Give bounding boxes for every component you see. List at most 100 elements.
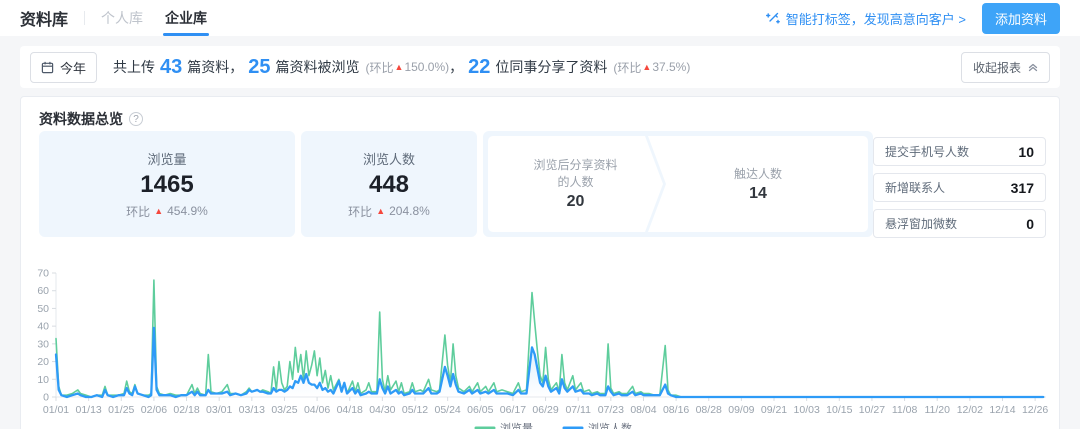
header-actions: 智能打标签，发现高意向客户 > 添加资料 [766,3,1060,34]
trend-chart-svg: 0 10 20 30 40 50 60 70 01/01 01/13 01/25 02/06 02/18… [21,257,1061,429]
legend-label: 浏览人数 [588,421,632,429]
y-tick-label: 0 [43,392,49,404]
period-label: 今年 [60,58,86,77]
side-row-phone-submits: 提交手机号人数 10 [873,137,1046,166]
x-tick-label: 06/05 [467,404,493,416]
period-selector[interactable]: 今年 [30,52,97,83]
legend-label: 浏览量 [500,421,533,429]
comma-text: ， [449,57,463,77]
y-tick-label: 70 [37,268,49,280]
series-line-views [56,280,1043,397]
funnel-label: 触达人数 [734,166,782,183]
stat-value: 448 [369,171,409,199]
x-tick-label: 03/01 [206,404,232,416]
tab-personal-library[interactable]: 个人库 [101,0,143,36]
upload-label: 共上传 [113,57,155,77]
x-tick-label: 03/13 [239,404,265,416]
stat-label: 浏览量 [147,149,186,168]
stat-card-viewers: 浏览人数 448 环比 ▲ 204.8% [301,131,477,237]
chevron-double-up-icon [1028,62,1038,72]
x-tick-label: 11/08 [892,404,918,416]
stat-card-views: 浏览量 1465 环比 ▲ 454.9% [39,131,295,237]
x-tick-label: 01/01 [43,404,69,416]
x-tick-label: 01/25 [108,404,134,416]
stat-value: 1465 [140,171,193,199]
page-title: 资料库 [20,6,68,30]
stat-compare: 环比 ▲ 454.9% [126,203,208,220]
funnel-label: 浏览后分享资料 [533,157,617,174]
x-tick-label: 04/30 [369,404,395,416]
x-tick-label: 12/14 [989,404,1015,416]
x-tick-label: 02/06 [141,404,167,416]
summary-text: 共上传 43 篇资料， 25 篇资料被浏览 (环比 ▲ 150.0%) ， 22… [113,56,690,79]
x-tick-label: 03/25 [271,404,297,416]
x-tick-label: 10/15 [826,404,852,416]
side-label: 悬浮窗加微数 [885,215,957,232]
panel-title: 资料数据总览 [39,109,123,129]
help-icon[interactable]: ? [129,112,143,126]
x-tick-label: 06/29 [532,404,558,416]
x-tick-label: 01/13 [75,404,101,416]
y-tick-label: 20 [37,356,49,368]
compare-label: 环比 [348,203,372,220]
funnel-value: 20 [567,193,585,211]
viewed-compare-prefix: (环比 [366,59,394,76]
x-tick-label: 05/12 [402,404,428,416]
y-tick-label: 30 [37,338,49,350]
shared-compare-value: 37.5%) [652,60,690,74]
y-tick-label: 40 [37,321,49,333]
shared-count: 22 [468,56,490,79]
up-arrow-icon: ▲ [642,62,651,72]
x-tick-label: 12/26 [1022,404,1048,416]
summary-toolbar: 今年 共上传 43 篇资料， 25 篇资料被浏览 (环比 ▲ 150.0%) ，… [20,46,1060,88]
compare-label: 环比 [126,203,150,220]
x-tick-label: 06/17 [500,404,526,416]
smart-tag-link-label: 智能打标签，发现高意向客户 > [786,9,966,28]
x-tick-label: 08/16 [663,404,689,416]
side-stats: 提交手机号人数 10 新增联系人 317 悬浮窗加微数 0 [873,137,1046,245]
x-tick-label: 04/06 [304,404,330,416]
y-tick-label: 60 [37,285,49,297]
side-value: 317 [1011,180,1034,196]
upload-count: 43 [160,56,182,79]
x-tick-label: 10/27 [859,404,885,416]
side-label: 新增联系人 [885,179,945,196]
y-tick-label: 10 [37,374,49,386]
smart-tag-link[interactable]: 智能打标签，发现高意向客户 > [766,9,966,28]
stat-compare: 环比 ▲ 204.8% [348,203,430,220]
viewed-count: 25 [248,56,270,79]
x-tick-label: 07/11 [565,404,591,416]
tab-enterprise-library[interactable]: 企业库 [165,0,207,36]
x-tick-label: 08/28 [696,404,722,416]
collapse-report-button[interactable]: 收起报表 [961,52,1050,83]
shared-label: 位同事分享了资料 [495,57,607,77]
stat-label: 浏览人数 [363,149,415,168]
side-row-widget-adds: 悬浮窗加微数 0 [873,209,1046,238]
up-arrow-icon: ▲ [154,206,163,216]
side-value: 10 [1018,144,1034,160]
compare-value: 204.8% [389,204,430,218]
x-tick-label: 02/18 [173,404,199,416]
add-material-button[interactable]: 添加资料 [982,3,1060,34]
side-label: 提交手机号人数 [885,143,969,160]
funnel-label-line2: 的人数 [557,174,593,191]
x-tick-label: 10/03 [794,404,820,416]
funnel-step-reach: 触达人数 14 [648,136,868,232]
x-tick-label: 12/02 [957,404,983,416]
x-tick-label: 09/21 [761,404,787,416]
series-line-viewers [56,328,1043,397]
up-arrow-icon: ▲ [395,62,404,72]
calendar-icon [41,61,54,74]
side-value: 0 [1026,216,1034,232]
x-tick-label: 11/20 [924,404,950,416]
x-tick-label: 05/24 [435,404,461,416]
trend-chart: 0 10 20 30 40 50 60 70 01/01 01/13 01/25 02/06 02/18… [21,257,1061,429]
x-tick-label: 09/09 [728,404,754,416]
up-arrow-icon: ▲ [376,206,385,216]
y-tick-label: 50 [37,303,49,315]
viewed-label: 篇资料被浏览 [276,57,360,77]
panel-title-row: 资料数据总览 ? [39,109,143,129]
funnel-step-share: 浏览后分享资料 的人数 20 [488,136,663,232]
divider [84,11,85,25]
x-tick-label: 04/18 [337,404,363,416]
